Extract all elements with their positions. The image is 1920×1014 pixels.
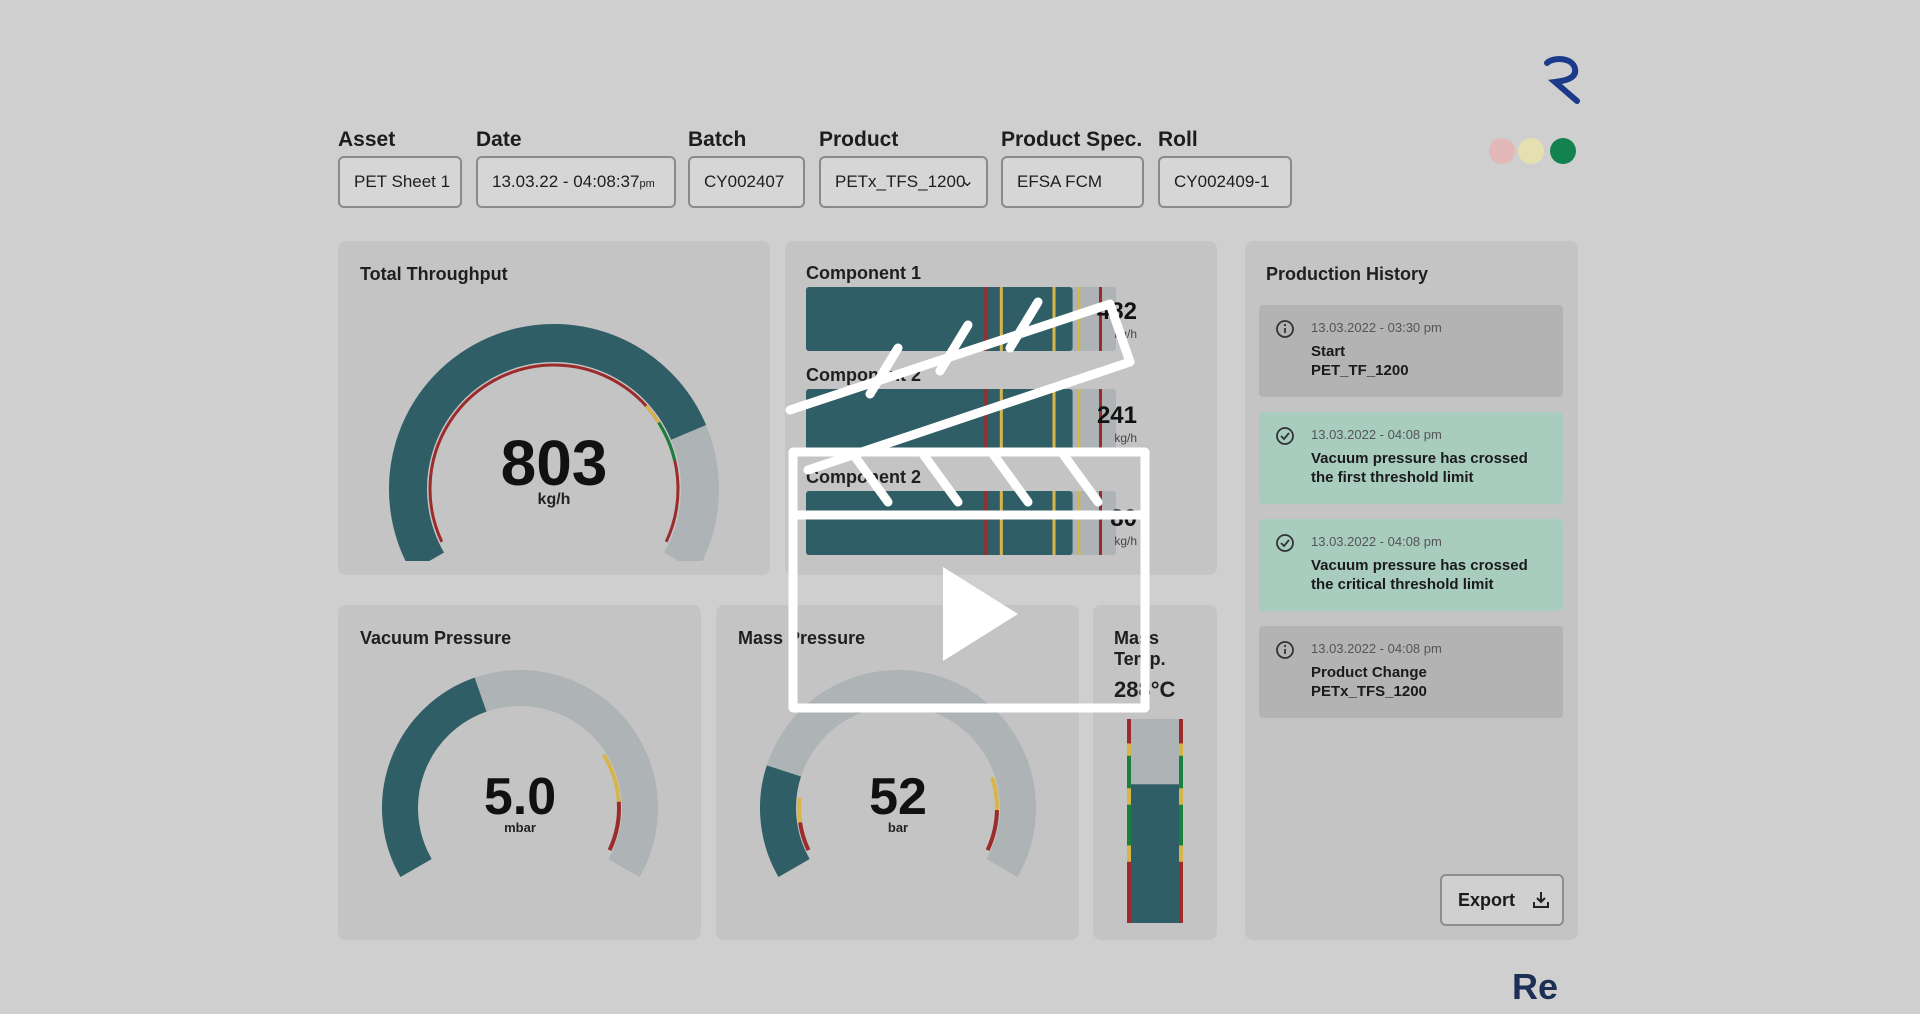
check-circle-icon <box>1276 534 1294 552</box>
export-button[interactable]: Export <box>1440 874 1564 926</box>
history-entry-text: Start PET_TF_1200 <box>1311 342 1551 380</box>
status-light-green <box>1550 138 1576 164</box>
product-value: PETx_TFS_1200 <box>835 172 966 191</box>
info-icon <box>1276 641 1294 659</box>
history-entry-time: 13.03.2022 - 04:08 pm <box>1311 641 1442 656</box>
product-spec-label: Product Spec. <box>1001 128 1143 151</box>
mass-pressure-unit: bar <box>887 820 909 835</box>
vacuum-pressure-title: Vacuum Pressure <box>360 628 512 648</box>
history-entry-line2: the critical threshold limit <box>1311 576 1494 593</box>
history-entry-time: 13.03.2022 - 03:30 pm <box>1311 320 1442 335</box>
history-entry-line1: Vacuum pressure has crossed <box>1311 557 1528 574</box>
history-entry[interactable]: 13.03.2022 - 03:30 pm Start PET_TF_1200 <box>1259 305 1563 397</box>
total-throughput-title: Total Throughput <box>360 264 508 284</box>
history-entry[interactable]: 13.03.2022 - 04:08 pm Vacuum pressure ha… <box>1259 519 1563 611</box>
mass-temp-bar <box>1127 719 1183 923</box>
check-circle-icon <box>1276 427 1294 445</box>
history-entry-line2: PETx_TFS_1200 <box>1311 683 1427 700</box>
history-entry-line1: Start <box>1311 343 1346 360</box>
history-entry-text: Vacuum pressure has crossed the critical … <box>1311 556 1551 594</box>
batch-label: Batch <box>688 128 747 151</box>
date-value: 13.03.22 - 04:08:37 <box>492 172 640 191</box>
brand-logo-top <box>1544 56 1580 104</box>
batch-value: CY002407 <box>704 172 785 191</box>
production-history-title: Production History <box>1266 264 1429 284</box>
vacuum-pressure-value: 5.0 <box>483 768 557 826</box>
product-label: Product <box>819 128 899 151</box>
asset-label: Asset <box>338 128 396 151</box>
roll-field[interactable]: CY002409-1 <box>1158 156 1292 208</box>
history-entry-text: Product Change PETx_TFS_1200 <box>1311 663 1551 701</box>
history-entry-time: 13.03.2022 - 04:08 pm <box>1311 534 1442 549</box>
product-spec-field[interactable]: EFSA FCM <box>1001 156 1144 208</box>
history-entry[interactable]: 13.03.2022 - 04:08 pm Vacuum pressure ha… <box>1259 412 1563 504</box>
vacuum-pressure-unit: mbar <box>504 820 536 835</box>
total-throughput-value: 803 <box>500 427 608 499</box>
chevron-down-icon: ⌄ <box>960 173 974 190</box>
history-entry-line1: Product Change <box>1311 664 1427 681</box>
product-select[interactable]: PETx_TFS_1200 ⌄ <box>819 156 988 208</box>
info-icon <box>1276 320 1294 338</box>
product-spec-value: EFSA FCM <box>1017 172 1103 191</box>
roll-label: Roll <box>1158 128 1198 151</box>
svg-text:Re: Re <box>1512 968 1558 1006</box>
component-1-title: Component 1 <box>806 263 921 283</box>
date-suffix: pm <box>639 178 655 190</box>
mass-pressure-value: 52 <box>869 768 927 826</box>
status-light-red <box>1489 138 1515 164</box>
roll-value: CY002409-1 <box>1174 172 1270 191</box>
history-entry-line2: the first threshold limit <box>1311 469 1474 486</box>
asset-field[interactable]: PET Sheet 1 <box>338 156 462 208</box>
brand-logo-bottom: Re <box>1512 968 1558 1006</box>
export-label: Export <box>1458 890 1516 910</box>
date-field[interactable]: 13.03.22 - 04:08:37pm <box>476 156 676 208</box>
total-throughput-unit: kg/h <box>537 491 571 508</box>
batch-field[interactable]: CY002407 <box>688 156 805 208</box>
video-play-icon[interactable] <box>778 290 1154 724</box>
history-entry-line1: Vacuum pressure has crossed <box>1311 450 1528 467</box>
mass-temp-fill <box>1131 784 1179 923</box>
history-entry-line2: PET_TF_1200 <box>1311 362 1409 379</box>
history-entry-text: Vacuum pressure has crossed the first thr… <box>1311 449 1551 487</box>
download-icon <box>1533 892 1549 908</box>
status-light-yellow <box>1518 138 1544 164</box>
date-label: Date <box>476 128 522 151</box>
history-entry[interactable]: 13.03.2022 - 04:08 pm Product Change PETx… <box>1259 626 1563 718</box>
vacuum-pressure-panel: Vacuum Pressure 5.0 mbar <box>338 605 701 940</box>
total-throughput-panel: Total Throughput 803 kg/h <box>338 241 770 575</box>
asset-value: PET Sheet 1 <box>354 172 451 191</box>
history-entry-time: 13.03.2022 - 04:08 pm <box>1311 427 1442 442</box>
